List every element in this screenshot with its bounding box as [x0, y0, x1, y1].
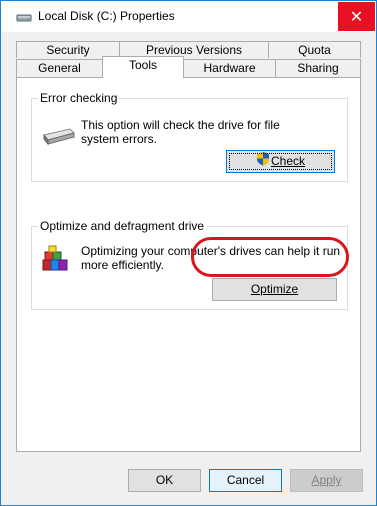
- optimize-button-label: Optimize: [250, 282, 299, 296]
- optimize-button[interactable]: Optimize: [212, 278, 337, 301]
- tab-label: Previous Versions: [145, 43, 243, 57]
- window-title: Local Disk (C:) Properties: [38, 9, 175, 23]
- cancel-button[interactable]: Cancel: [209, 469, 282, 492]
- tab-hardware[interactable]: Hardware: [183, 59, 276, 77]
- optimize-description: Optimizing your computer's drives can he…: [81, 244, 340, 272]
- apply-button-label: Apply: [311, 473, 342, 487]
- title-bar[interactable]: Local Disk (C:) Properties ✕: [1, 1, 376, 32]
- desc-line: This option will check the drive for fil…: [81, 118, 280, 132]
- ok-button-label: OK: [155, 473, 174, 487]
- drive-icon: [16, 10, 32, 24]
- check-button[interactable]: Check: [226, 150, 335, 173]
- defragment-icon: [39, 244, 71, 279]
- tab-label: Sharing: [297, 61, 339, 75]
- optimize-title: Optimize and defragment drive: [38, 219, 207, 233]
- desc-line: Optimizing your computer's drives can he…: [81, 244, 341, 258]
- hard-drive-icon: [42, 127, 76, 148]
- apply-button[interactable]: Apply: [290, 469, 363, 492]
- focus-ring: [229, 153, 332, 170]
- properties-window: Local Disk (C:) Properties ✕ Security Pr…: [0, 0, 377, 506]
- error-checking-group: Error checking This option will check th…: [31, 91, 348, 182]
- ok-button[interactable]: OK: [128, 469, 201, 492]
- tab-label: Hardware: [203, 61, 256, 75]
- close-button[interactable]: ✕: [338, 2, 375, 31]
- error-checking-title: Error checking: [38, 91, 120, 105]
- tab-label: General: [38, 61, 81, 75]
- tab-quota[interactable]: Quota: [268, 41, 361, 58]
- tab-sharing[interactable]: Sharing: [275, 59, 361, 77]
- tab-tools[interactable]: Tools: [102, 56, 184, 78]
- tab-label: Security: [46, 43, 90, 57]
- tools-panel: Error checking This option will check th…: [16, 77, 361, 452]
- desc-line: system errors.: [81, 132, 158, 146]
- tab-label: Tools: [128, 58, 157, 72]
- close-icon: ✕: [349, 7, 364, 26]
- optimize-group: Optimize and defragment drive Optimizing…: [31, 219, 348, 310]
- error-checking-description: This option will check the drive for fil…: [81, 118, 280, 146]
- desc-line: more efficiently.: [81, 258, 164, 272]
- dialog-client: Security Previous Versions Quota General…: [1, 32, 376, 505]
- tab-label: Quota: [298, 43, 331, 57]
- cancel-button-label: Cancel: [226, 473, 265, 487]
- tab-general[interactable]: General: [16, 59, 103, 77]
